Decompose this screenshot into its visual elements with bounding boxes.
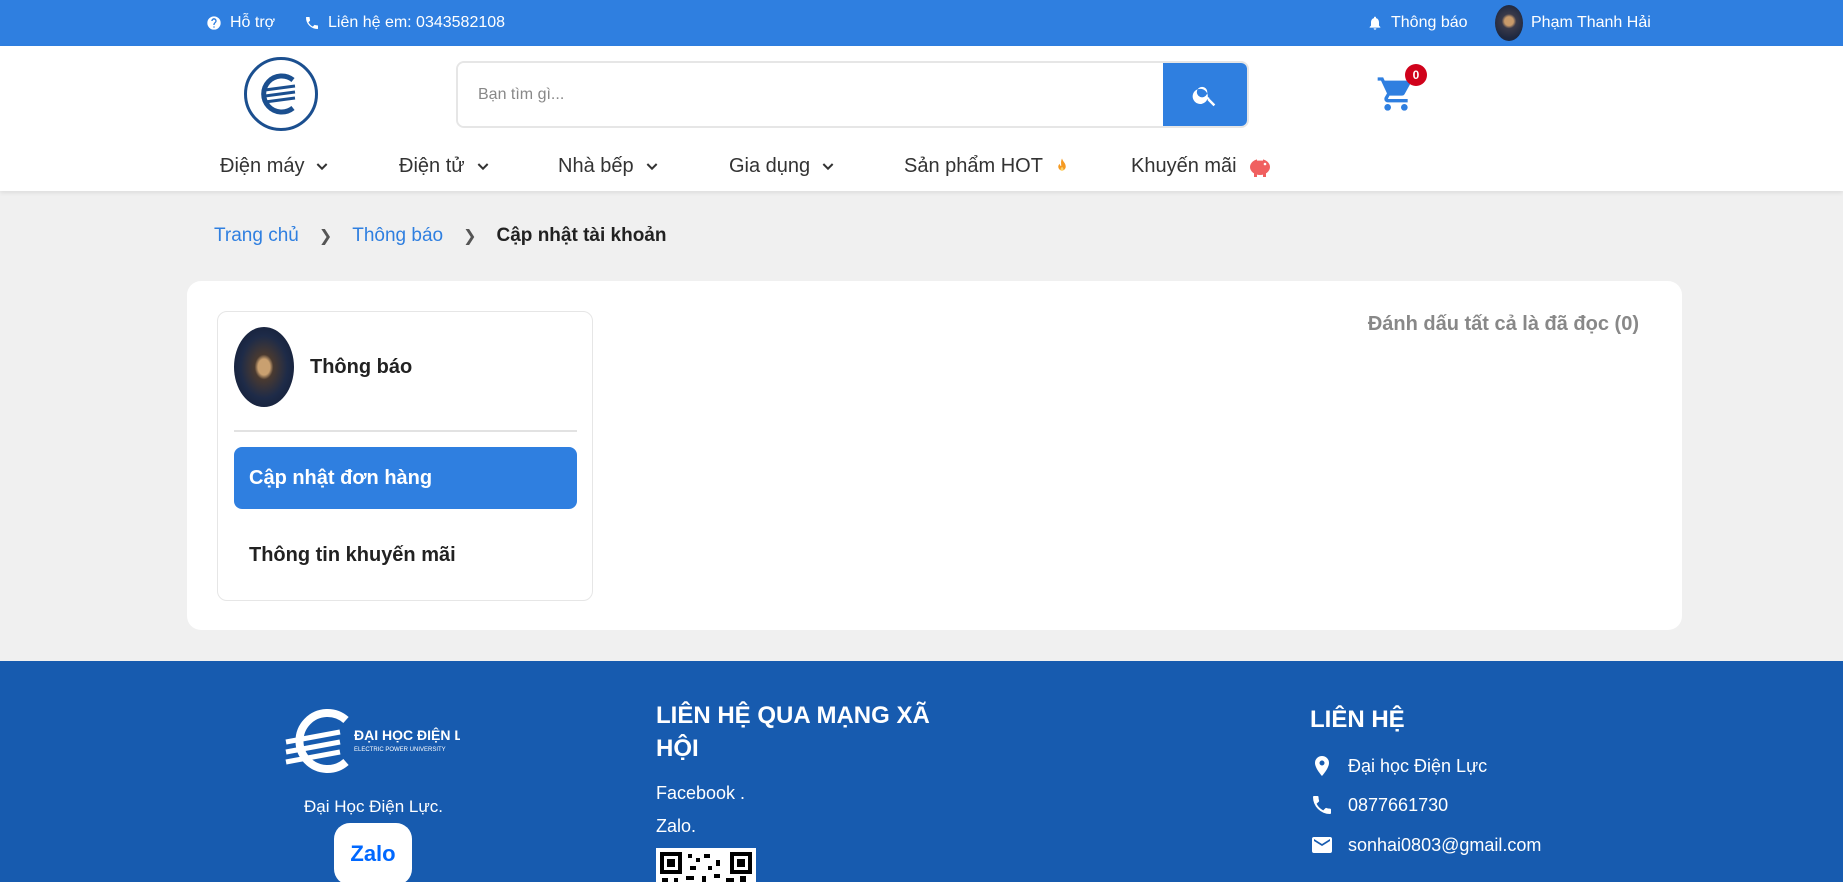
bell-icon (1369, 16, 1381, 30)
sidebar-item-label: Cập nhật đơn hàng (249, 466, 433, 489)
footer-logo-text: ĐẠI HỌC ĐIỆN LỰC (354, 726, 460, 743)
support-link[interactable]: Hỗ trợ (206, 0, 275, 46)
phone-icon (306, 17, 318, 29)
sidebar-item-promotions[interactable]: Thông tin khuyến mãi (234, 524, 577, 586)
nav-item-dien-may[interactable]: Điện máy (220, 152, 399, 180)
chevron-right-icon: ❯ (318, 228, 333, 245)
nav-item-khuyen-mai[interactable]: Khuyến mãi (1131, 152, 1281, 180)
notification-panel: Thông báo Cập nhật đơn hàng Thông tin kh… (187, 281, 1682, 630)
contact-email-text: sonhai0803@gmail.com (1348, 834, 1542, 855)
nav-item-nha-bep[interactable]: Nhà bếp (558, 152, 729, 180)
breadcrumb-notifications[interactable]: Thông báo (352, 225, 443, 247)
qr-code (656, 848, 756, 882)
nav-label: Điện tử (399, 154, 465, 177)
contact-phone: 0877661730 (1310, 793, 1448, 817)
contact-address: Đại học Điện Lực (1310, 753, 1487, 779)
nav-label: Khuyến mãi (1131, 154, 1237, 177)
divider (234, 430, 577, 432)
chevron-down-icon (477, 163, 489, 171)
header: 0 Điện máy Điện tử Nhà bếp Gia dụng Sản … (0, 46, 1843, 191)
contact-email: sonhai0803@gmail.com (1310, 833, 1541, 857)
contact-address-text: Đại học Điện Lực (1348, 755, 1488, 776)
top-bar: Hỗ trợ Liên hệ em: 0343582108 Thông báo … (0, 0, 1843, 46)
qr-code-icon (660, 852, 752, 882)
cart-count-badge: 0 (1405, 64, 1427, 86)
breadcrumb-home[interactable]: Trang chủ (214, 225, 299, 247)
fire-icon (1058, 158, 1066, 171)
breadcrumb-current: Cập nhật tài khoản (496, 225, 667, 246)
chevron-down-icon (646, 163, 657, 171)
nav-item-san-pham-hot[interactable]: Sản phẩm HOT (904, 152, 1131, 180)
contact-phone-text: 0877661730 (1348, 794, 1449, 815)
nav-label: Điện máy (220, 154, 305, 177)
mail-icon (1312, 837, 1332, 853)
piggy-bank-icon (1249, 159, 1270, 177)
footer-logo: ĐẠI HỌC ĐIỆN LỰC ELECTRIC POWER UNIVERSI… (280, 706, 485, 776)
user-avatar (1495, 5, 1523, 41)
nav-label: Sản phẩm HOT (904, 154, 1043, 177)
zalo-label: Zalo (350, 841, 396, 866)
user-name: Phạm Thanh Hải (1531, 14, 1651, 31)
phone-icon (1313, 796, 1331, 814)
footer: ĐẠI HỌC ĐIỆN LỰC ELECTRIC POWER UNIVERSI… (0, 661, 1843, 882)
nav-label: Nhà bếp (558, 154, 634, 177)
notification-link[interactable]: Thông báo (1367, 0, 1468, 46)
nav-label: Gia dụng (729, 154, 811, 177)
site-logo[interactable] (244, 57, 318, 131)
search-icon (1192, 86, 1216, 106)
notification-label: Thông báo (1391, 14, 1468, 31)
notification-sidebar: Thông báo Cập nhật đơn hàng Thông tin kh… (217, 311, 593, 601)
sidebar-item-order-updates[interactable]: Cập nhật đơn hàng (234, 447, 577, 509)
footer-brand: Đại Học Điện Lực. (304, 797, 443, 816)
chevron-down-icon (822, 163, 834, 171)
social-heading: LIÊN HỆ QUA MẠNG XÃ HỘI (656, 702, 930, 762)
mark-all-read-button[interactable]: Đánh dấu tất cả là đã đọc (0) (1368, 313, 1639, 336)
contact-label: Liên hệ em: 0343582108 (328, 14, 506, 31)
footer-logo-subtext: ELECTRIC POWER UNIVERSITY (354, 747, 446, 753)
contact-heading: LIÊN HỆ (1310, 706, 1405, 733)
user-menu[interactable]: Phạm Thanh Hải (1495, 0, 1651, 46)
breadcrumb: Trang chủ ❯ Thông báo ❯ Cập nhật tài kho… (214, 225, 666, 247)
main-nav: Điện máy Điện tử Nhà bếp Gia dụng Sản ph… (220, 152, 1281, 180)
zalo-badge[interactable]: Zalo (334, 823, 412, 882)
contact-link[interactable]: Liên hệ em: 0343582108 (304, 0, 505, 46)
nav-item-gia-dung[interactable]: Gia dụng (729, 152, 904, 180)
sidebar-title: Thông báo (310, 356, 413, 378)
chevron-right-icon: ❯ (463, 228, 477, 245)
search-bar (456, 61, 1249, 128)
sidebar-item-label: Thông tin khuyến mãi (249, 543, 456, 566)
user-avatar (234, 327, 294, 407)
epu-logo-icon: ĐẠI HỌC ĐIỆN LỰC ELECTRIC POWER UNIVERSI… (285, 709, 485, 773)
epu-logo-icon (261, 73, 296, 115)
chevron-down-icon (317, 163, 328, 171)
search-button[interactable] (1163, 63, 1247, 126)
facebook-link[interactable]: Facebook . (656, 783, 745, 804)
location-pin-icon (1315, 756, 1329, 776)
zalo-link[interactable]: Zalo. (656, 816, 696, 837)
help-icon (207, 16, 221, 30)
nav-item-dien-tu[interactable]: Điện tử (399, 152, 558, 180)
support-label: Hỗ trợ (230, 14, 276, 31)
search-input[interactable] (458, 63, 1163, 126)
